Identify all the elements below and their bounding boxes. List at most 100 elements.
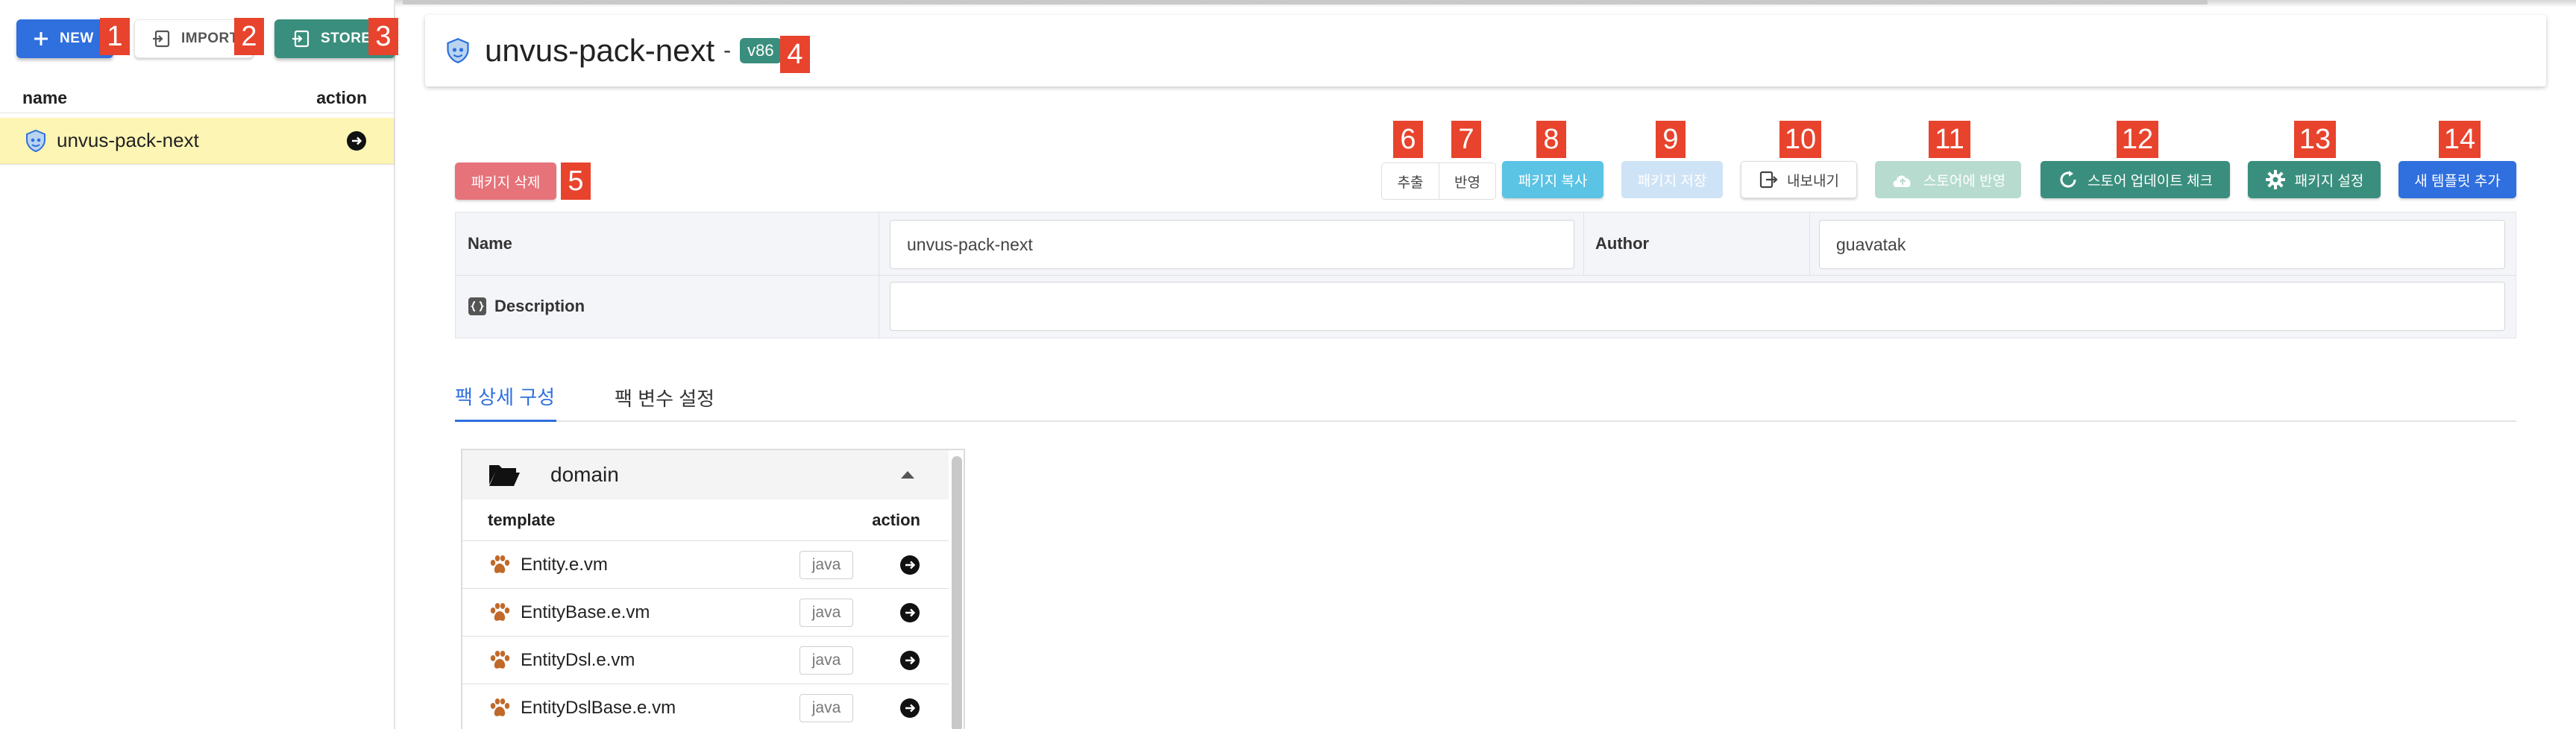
page-title: unvus-pack-next — [485, 33, 715, 68]
extract-button[interactable]: 추출 — [1381, 162, 1439, 200]
apply-label: 반영 — [1454, 174, 1480, 191]
marker-13: 13 — [2294, 121, 2336, 158]
sidebar-toolbar: NEW IMPORT STORE — [16, 19, 395, 58]
marker-2: 2 — [234, 18, 264, 55]
copy-package-label: 패키지 복사 — [1518, 173, 1588, 189]
template-folder-panel: domain template action Entity.e.vm java … — [461, 449, 965, 729]
table-row[interactable]: EntityDslBase.e.vm java — [462, 684, 949, 729]
paw-icon — [490, 698, 510, 716]
delete-package-button[interactable]: 패키지 삭제 — [455, 162, 556, 200]
author-label: Author — [1595, 234, 1650, 253]
copy-package-button[interactable]: 패키지 복사 — [1502, 161, 1603, 198]
package-settings-label: 패키지 설정 — [2294, 173, 2364, 189]
shield-mask-icon — [26, 129, 45, 152]
sidebar: NEW IMPORT STORE name action unvus-pack-… — [0, 0, 395, 729]
template-name: EntityDsl.e.vm — [521, 649, 635, 670]
table-row[interactable]: EntityBase.e.vm java — [462, 589, 949, 637]
store-button-label: STORE — [321, 31, 371, 46]
title-separator: - — [723, 38, 732, 63]
new-template-label: 새 템플릿 추가 — [2414, 173, 2501, 189]
apply-button[interactable]: 반영 — [1439, 162, 1496, 200]
new-template-button[interactable]: 새 템플릿 추가 — [2398, 161, 2516, 198]
save-package-label: 패키지 저장 — [1637, 173, 1707, 189]
store-apply-button[interactable]: 스토어에 반영 — [1875, 161, 2021, 198]
caret-up-icon[interactable] — [901, 471, 914, 479]
marker-7: 7 — [1451, 121, 1481, 158]
package-info-table: Name unvus-pack-next Author guavatak Des… — [455, 212, 2516, 339]
store-icon — [292, 30, 310, 48]
author-field[interactable]: guavatak — [1819, 220, 2505, 269]
package-title-card: unvus-pack-next - v86 — [425, 15, 2546, 86]
col-action-header: action — [316, 88, 367, 107]
paw-icon — [490, 555, 510, 573]
tab-pack-variables[interactable]: 팩 변수 설정 — [615, 373, 719, 422]
col-action-header: action — [872, 510, 920, 529]
save-package-button[interactable]: 패키지 저장 — [1621, 161, 1723, 198]
sidebar-item-unvus-pack-next[interactable]: unvus-pack-next — [0, 118, 394, 164]
version-badge: v86 — [740, 38, 782, 63]
paw-icon — [490, 602, 510, 621]
sidebar-item-label: unvus-pack-next — [57, 129, 199, 151]
table-row[interactable]: Entity.e.vm java — [462, 541, 949, 589]
sidebar-table-header: name action — [0, 83, 394, 113]
marker-14: 14 — [2439, 121, 2481, 158]
arrow-circle-right-icon[interactable] — [899, 698, 920, 719]
name-field[interactable]: unvus-pack-next — [890, 220, 1574, 269]
arrow-circle-right-icon[interactable] — [899, 650, 920, 671]
import-icon — [153, 30, 170, 48]
description-label: Description — [494, 297, 585, 315]
package-settings-button[interactable]: 패키지 설정 — [2248, 161, 2381, 198]
refresh-icon — [2060, 171, 2076, 188]
delete-package-label: 패키지 삭제 — [471, 174, 541, 191]
col-name-header: name — [22, 88, 68, 107]
marker-3: 3 — [368, 18, 398, 55]
marker-5: 5 — [561, 162, 591, 200]
lang-chip: java — [799, 550, 853, 579]
store-update-check-label: 스토어 업데이트 체크 — [2087, 173, 2213, 189]
lang-chip: java — [799, 646, 853, 675]
cloud-upload-icon — [1893, 175, 1911, 187]
template-name: Entity.e.vm — [521, 554, 608, 575]
folder-open-icon — [489, 465, 520, 486]
arrow-circle-right-icon[interactable] — [899, 555, 920, 575]
marker-11: 11 — [1929, 121, 1970, 158]
marker-12: 12 — [2117, 121, 2158, 158]
gear-icon — [2265, 170, 2285, 189]
detail-tabs: 팩 상세 구성 팩 변수 설정 — [455, 373, 2516, 422]
marker-4: 4 — [780, 36, 810, 73]
lang-chip: java — [799, 598, 853, 627]
template-name: EntityBase.e.vm — [521, 602, 650, 622]
marker-10: 10 — [1779, 121, 1821, 158]
table-row[interactable]: EntityDsl.e.vm java — [462, 637, 949, 684]
name-label: Name — [468, 234, 512, 253]
template-name: EntityDslBase.e.vm — [521, 697, 676, 718]
folder-header-domain[interactable]: domain — [462, 450, 949, 499]
marker-6: 6 — [1393, 121, 1423, 158]
new-button[interactable]: NEW — [16, 19, 113, 58]
code-braces-icon — [468, 297, 486, 315]
description-field[interactable] — [890, 282, 2505, 331]
new-button-label: NEW — [60, 31, 94, 46]
col-template-header: template — [488, 510, 556, 529]
template-table-header: template action — [462, 499, 949, 541]
export-icon — [1759, 171, 1778, 189]
description-label-group: Description — [468, 297, 585, 316]
extract-label: 추출 — [1397, 174, 1424, 191]
scrollbar[interactable] — [952, 456, 962, 729]
store-apply-label: 스토어에 반영 — [1923, 173, 2006, 189]
export-button[interactable]: 내보내기 — [1741, 161, 1857, 198]
import-button-label: IMPORT — [181, 31, 239, 46]
plus-icon — [34, 32, 48, 45]
marker-9: 9 — [1656, 121, 1686, 158]
tab-pack-detail[interactable]: 팩 상세 구성 — [455, 373, 556, 422]
export-label: 내보내기 — [1787, 173, 1839, 189]
store-update-check-button[interactable]: 스토어 업데이트 체크 — [2041, 161, 2230, 198]
marker-1: 1 — [100, 18, 130, 55]
arrow-circle-right-icon[interactable] — [899, 602, 920, 623]
paw-icon — [490, 650, 510, 669]
lang-chip: java — [799, 693, 853, 722]
shield-mask-icon — [447, 38, 469, 63]
arrow-circle-right-icon[interactable] — [346, 130, 367, 151]
folder-name: domain — [550, 463, 619, 486]
marker-8: 8 — [1536, 121, 1566, 158]
